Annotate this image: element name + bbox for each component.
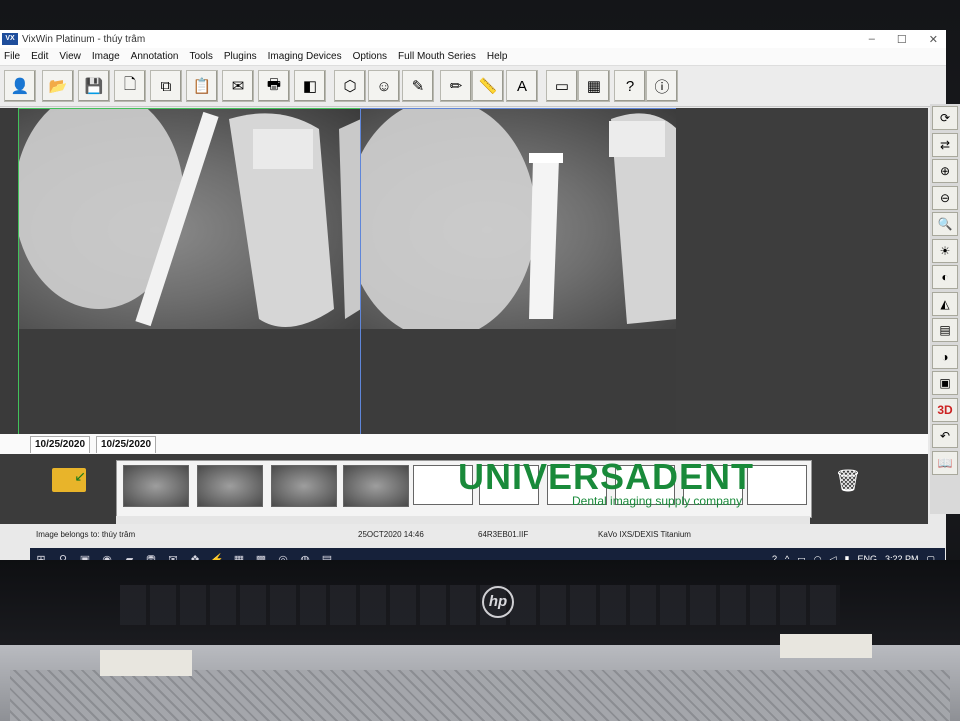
3d-cube-icon[interactable]: ⬡ <box>334 70 366 102</box>
grid-layout-icon[interactable]: ▦ <box>578 70 610 102</box>
date-tab-bar: 10/25/2020 10/25/2020 <box>0 434 928 454</box>
watermark-tagline: Dental imaging supply company <box>572 494 743 508</box>
menu-view[interactable]: View <box>55 51 88 62</box>
xray-image-right[interactable] <box>361 109 677 339</box>
export-icon[interactable]: ✉ <box>222 70 254 102</box>
3d-icon[interactable]: 3D <box>932 397 958 422</box>
patient-icon[interactable]: 👤 <box>4 70 36 102</box>
flip-icon[interactable]: ⇄ <box>932 132 958 157</box>
pencil-icon[interactable]: ✏ <box>440 70 472 102</box>
brightness-icon[interactable]: ☀ <box>932 238 958 263</box>
menu-full-mouth-series[interactable]: Full Mouth Series <box>394 51 483 62</box>
thumbnail-item[interactable] <box>123 465 189 507</box>
menu-edit[interactable]: Edit <box>27 51 55 62</box>
date-tab[interactable]: 10/25/2020 <box>30 436 91 453</box>
zoom-in-icon[interactable]: ⊕ <box>932 159 958 183</box>
maximize-button[interactable]: ☐ <box>897 33 907 46</box>
thumbnail-slot[interactable] <box>747 465 807 505</box>
contrast-icon[interactable]: ◐ <box>932 265 958 289</box>
status-datetime: 25OCT2020 14:46 <box>358 530 424 539</box>
menu-tools[interactable]: Tools <box>185 51 219 62</box>
ruler-icon[interactable]: 📏 <box>472 70 504 102</box>
status-device: KaVo IXS/DEXIS Titanium <box>598 530 691 539</box>
app-icon: VX <box>2 33 18 45</box>
paste-icon[interactable]: 📋 <box>186 70 218 102</box>
eraser-icon[interactable]: ◧ <box>294 70 326 102</box>
date-tab[interactable]: 10/25/2020 <box>96 436 157 453</box>
window-layout-icon[interactable]: ▭ <box>546 70 578 102</box>
xray-frame-left[interactable] <box>18 108 362 436</box>
book-icon[interactable]: 📖 <box>932 450 958 475</box>
watermark-brand: UNIVERSADENT <box>458 456 755 497</box>
menu-help[interactable]: Help <box>483 51 515 62</box>
xray-image-left[interactable] <box>19 109 361 329</box>
new-document-icon[interactable]: 🗋 <box>114 70 146 102</box>
status-bar: Image belongs to: thúy trâm 25OCT2020 14… <box>30 530 930 541</box>
status-filename: 64R3EB01.IIF <box>478 530 529 539</box>
save-icon[interactable]: 💾 <box>78 70 110 102</box>
open-folder-icon[interactable]: 📂 <box>42 70 74 102</box>
face-photo-icon[interactable]: ☺ <box>368 70 400 102</box>
magnify-icon[interactable]: 🔍 <box>932 212 958 236</box>
text-icon[interactable]: A <box>506 70 538 102</box>
info-icon[interactable]: ⓘ <box>646 70 678 102</box>
sharpen-icon[interactable]: ◭ <box>932 291 958 316</box>
status-owner: Image belongs to: thúy trâm <box>36 530 136 539</box>
print-icon[interactable]: 🖶 <box>258 70 290 102</box>
rotate-icon[interactable]: ⟳ <box>932 106 958 130</box>
undo-icon[interactable]: ↶ <box>932 424 958 448</box>
hinge-left <box>100 650 192 676</box>
empty-viewport <box>676 108 928 434</box>
close-button[interactable]: ✕ <box>929 33 938 46</box>
help-icon[interactable]: ? <box>614 70 646 102</box>
pen-icon[interactable]: ✎ <box>402 70 434 102</box>
xray-frame-right[interactable] <box>360 108 678 436</box>
trash-icon[interactable]: 🗑 <box>830 468 866 498</box>
copy-icon[interactable]: ⧉ <box>150 70 182 102</box>
thumbnail-item[interactable] <box>271 465 337 507</box>
menu-bar: File Edit View Image Annotation Tools Pl… <box>0 48 946 66</box>
import-folder-icon[interactable]: ↙ <box>52 468 86 492</box>
thumbnail-scrollbar[interactable] <box>116 516 810 524</box>
menu-file[interactable]: File <box>0 51 27 62</box>
toolbar: 👤 📂 💾 🗋 ⧉ 📋 ✉ 🖶 ◧ ⬡ ☺ ✎ ✏ 📏 A ▭ ▦ ? ⓘ <box>0 66 946 107</box>
menu-options[interactable]: Options <box>349 51 394 62</box>
menu-image[interactable]: Image <box>88 51 127 62</box>
title-bar: VX VixWin Platinum - thúy trâm – ☐ ✕ <box>0 30 946 48</box>
speaker-grille <box>10 670 950 721</box>
invert-icon[interactable]: ◑ <box>932 344 958 369</box>
thumbnail-item[interactable] <box>343 465 409 507</box>
menu-imaging-devices[interactable]: Imaging Devices <box>264 51 349 62</box>
zoom-out-icon[interactable]: ⊖ <box>932 185 958 210</box>
window-title: VixWin Platinum - thúy trâm <box>22 33 146 45</box>
emboss-icon[interactable]: ▣ <box>932 371 958 395</box>
menu-plugins[interactable]: Plugins <box>220 51 264 62</box>
image-workspace <box>0 108 928 436</box>
menu-annotation[interactable]: Annotation <box>127 51 186 62</box>
hp-logo: hp <box>482 586 514 618</box>
thumbnail-item[interactable] <box>197 465 263 507</box>
keyboard <box>120 585 840 625</box>
hinge-right <box>780 634 872 658</box>
side-toolbar: ⟳ ⇄ ⊕ ⊖ 🔍 ☀ ◐ ◭ ▤ ◑ ▣ 3D ↶ 📖 <box>930 104 960 514</box>
filter-icon[interactable]: ▤ <box>932 318 958 342</box>
minimize-button[interactable]: – <box>869 33 875 46</box>
